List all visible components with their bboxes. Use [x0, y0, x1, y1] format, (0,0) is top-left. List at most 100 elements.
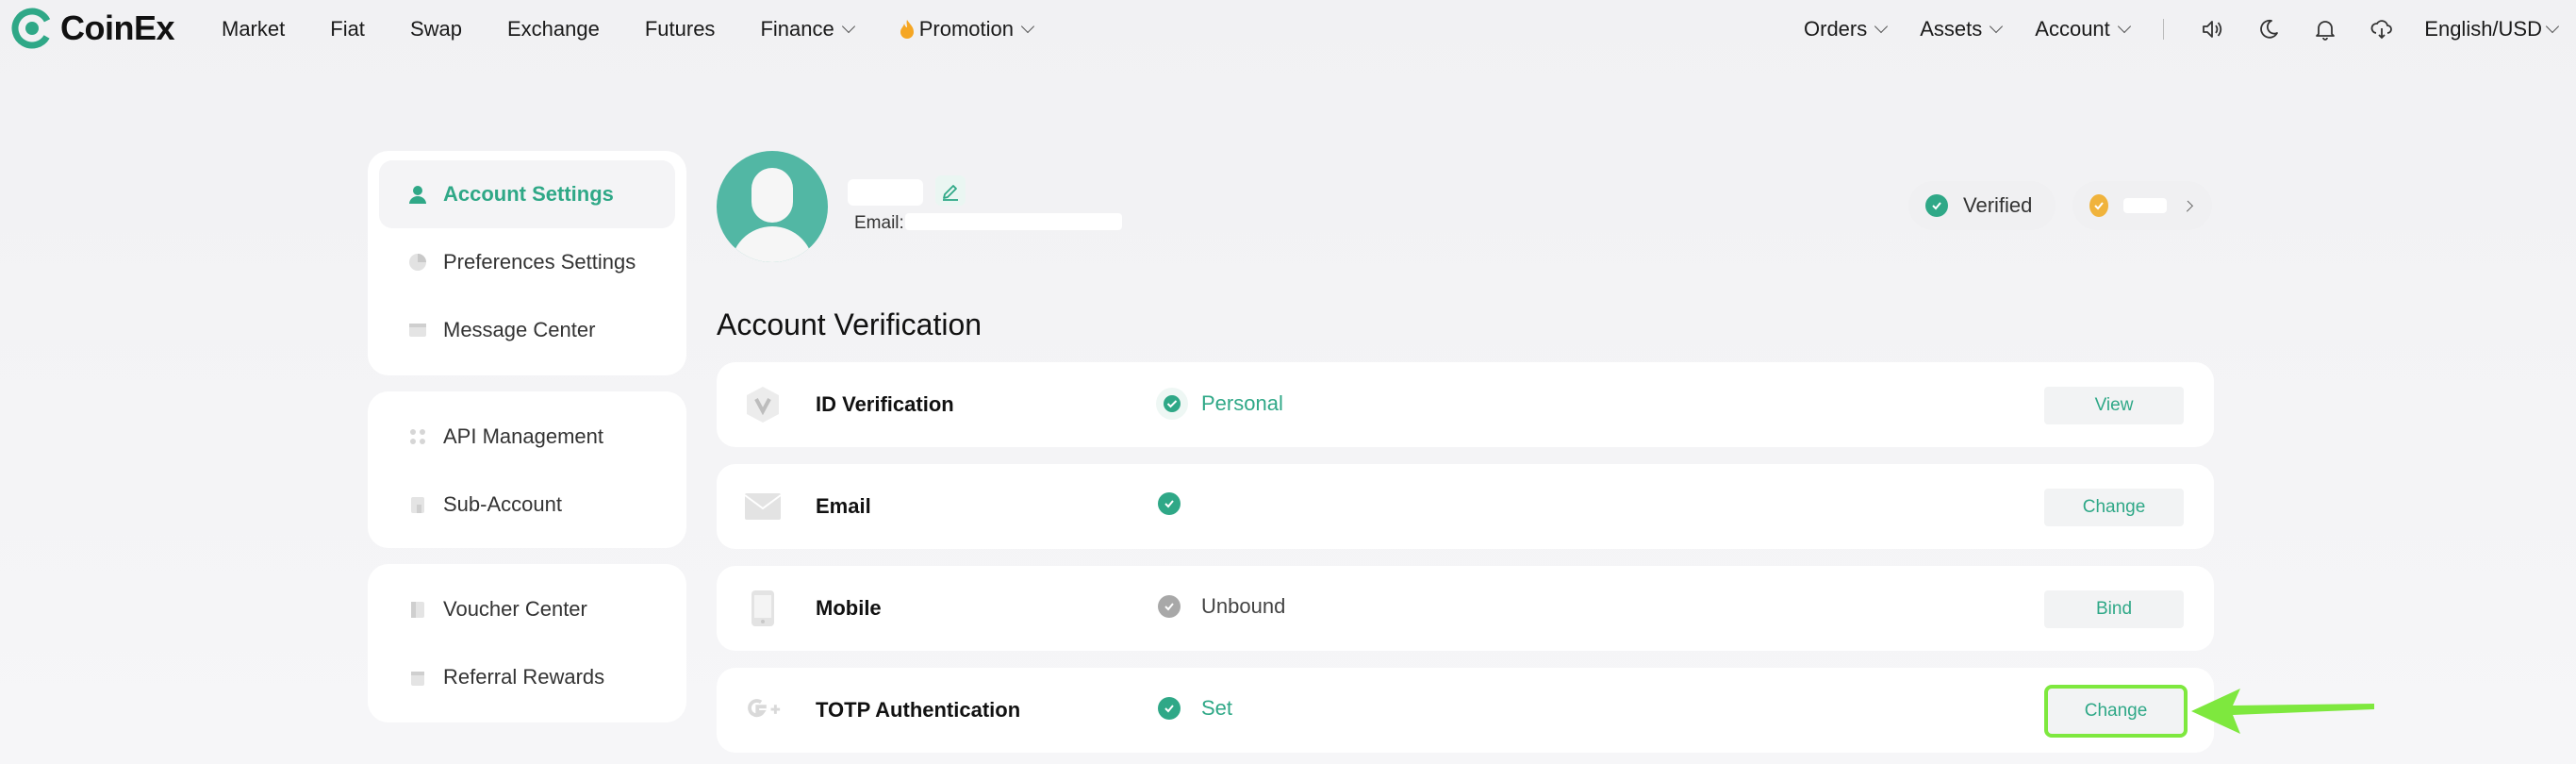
nav-orders-label: Orders — [1804, 17, 1868, 41]
verified-badge[interactable]: Verified — [1908, 181, 2056, 230]
chevron-down-icon — [1020, 19, 1035, 34]
bind-mobile-button[interactable]: Bind — [2044, 590, 2184, 628]
download-cloud-icon[interactable] — [2368, 15, 2396, 43]
nav-exchange[interactable]: Exchange — [507, 17, 600, 42]
view-button[interactable]: View — [2044, 387, 2184, 424]
top-nav: CoinEx Market Fiat Swap Exchange Futures… — [0, 0, 2576, 58]
chevron-down-icon — [2545, 19, 2560, 34]
nav-account[interactable]: Account — [2035, 17, 2131, 42]
sidebar-item-referral-rewards[interactable]: Referral Rewards — [379, 643, 675, 711]
sidebar-group-api: API Management Sub-Account — [368, 391, 686, 548]
verification-row-mobile: Mobile Unbound Bind — [717, 566, 2214, 651]
verified-shield-icon — [1925, 194, 1948, 217]
nav-finance-label: Finance — [760, 17, 834, 41]
api-icon — [407, 426, 428, 447]
id-verification-icon — [743, 385, 783, 424]
flame-icon — [900, 20, 914, 39]
language-currency-selector[interactable]: English/USD — [2424, 17, 2560, 42]
sidebar-item-label: Voucher Center — [443, 597, 587, 621]
row-status — [1158, 492, 1201, 515]
sidebar-item-message-center[interactable]: Message Center — [379, 296, 675, 364]
sidebar-item-label: Account Settings — [443, 182, 614, 206]
row-status: Set — [1158, 696, 1232, 721]
check-circle-icon — [1158, 492, 1181, 515]
verification-row-id: ID Verification Personal View — [717, 362, 2214, 447]
change-totp-button[interactable]: Change — [2044, 685, 2188, 738]
sidebar-item-api-management[interactable]: API Management — [379, 403, 675, 471]
personal-verified-icon — [1156, 388, 1188, 420]
chevron-down-icon — [2117, 19, 2131, 34]
language-label: English/USD — [2424, 17, 2542, 41]
nav-swap[interactable]: Swap — [410, 17, 462, 42]
row-title: TOTP Authentication — [816, 698, 1021, 722]
annotation-arrow-icon — [2191, 689, 2374, 734]
sidebar-item-account-settings[interactable]: Account Settings — [379, 160, 675, 228]
nav-market[interactable]: Market — [222, 17, 285, 42]
google-authenticator-icon — [743, 690, 783, 730]
voucher-icon — [407, 599, 428, 620]
speaker-icon[interactable] — [2198, 15, 2226, 43]
chevron-down-icon — [841, 19, 855, 34]
sidebar-item-label: Referral Rewards — [443, 665, 605, 689]
referral-icon — [407, 667, 428, 688]
status-text: Personal — [1201, 391, 1283, 415]
vip-badge-icon — [2089, 194, 2108, 217]
nav-right: Orders Assets Account English/USD — [1804, 0, 2560, 58]
sidebar-item-label: Message Center — [443, 318, 596, 341]
sidebar-group-rewards: Voucher Center Referral Rewards — [368, 564, 686, 722]
vip-level-badge[interactable] — [2072, 181, 2212, 230]
avatar-body-shape — [731, 226, 814, 262]
check-circle-icon — [1158, 697, 1181, 720]
row-title: Mobile — [816, 596, 882, 620]
avatar[interactable] — [717, 151, 828, 262]
email-icon — [743, 487, 783, 526]
moon-icon[interactable] — [2254, 15, 2283, 43]
nav-promotion[interactable]: Promotion — [899, 17, 1035, 42]
mobile-icon — [743, 589, 783, 628]
sidebar-group-account: Account Settings Preferences Settings Me… — [368, 151, 686, 375]
coinex-logo-icon — [11, 8, 53, 49]
sidebar-item-sub-account[interactable]: Sub-Account — [379, 471, 675, 539]
verification-row-totp: TOTP Authentication Set Change — [717, 668, 2214, 753]
nav-promotion-label: Promotion — [918, 17, 1014, 41]
sidebar-item-label: Sub-Account — [443, 492, 562, 516]
chevron-right-icon — [2182, 200, 2194, 211]
edit-icon[interactable] — [935, 175, 966, 206]
verification-row-email: Email Change — [717, 464, 2214, 549]
nav-futures[interactable]: Futures — [645, 17, 716, 42]
avatar-head-shape — [751, 168, 793, 223]
row-title: Email — [816, 494, 871, 518]
status-text: Unbound — [1201, 594, 1286, 618]
username-redacted — [848, 179, 923, 206]
sidebar-item-label: Preferences Settings — [443, 250, 636, 274]
brand-name: CoinEx — [60, 8, 175, 47]
vip-level-redacted — [2122, 198, 2168, 213]
section-title: Account Verification — [717, 307, 983, 341]
nav-divider — [2162, 19, 2165, 40]
chevron-down-icon — [1990, 19, 2004, 34]
user-icon — [407, 184, 428, 205]
nav-assets[interactable]: Assets — [1920, 17, 2004, 42]
main-menu: Market Fiat Swap Exchange Futures Financ… — [222, 0, 1078, 58]
sidebar-item-voucher-center[interactable]: Voucher Center — [379, 575, 675, 643]
nav-orders[interactable]: Orders — [1804, 17, 1889, 42]
logo[interactable]: CoinEx — [11, 8, 175, 49]
row-title: ID Verification — [816, 392, 954, 416]
message-icon — [407, 320, 428, 340]
nav-fiat[interactable]: Fiat — [330, 17, 365, 42]
sidebar-item-label: API Management — [443, 424, 603, 448]
change-email-button[interactable]: Change — [2044, 489, 2184, 526]
email-redacted — [905, 213, 1122, 230]
sidebar-item-preferences-settings[interactable]: Preferences Settings — [379, 228, 675, 296]
check-circle-icon — [1158, 595, 1181, 618]
nav-account-label: Account — [2035, 17, 2110, 41]
nav-assets-label: Assets — [1920, 17, 1983, 41]
bell-icon[interactable] — [2311, 15, 2339, 43]
email-label: Email: — [854, 213, 904, 233]
preferences-icon — [407, 252, 428, 273]
row-status: Personal — [1156, 388, 1283, 420]
chevron-down-icon — [1874, 19, 1889, 34]
verified-label: Verified — [1963, 193, 2033, 217]
nav-finance[interactable]: Finance — [760, 17, 855, 42]
sub-account-icon — [407, 494, 428, 515]
